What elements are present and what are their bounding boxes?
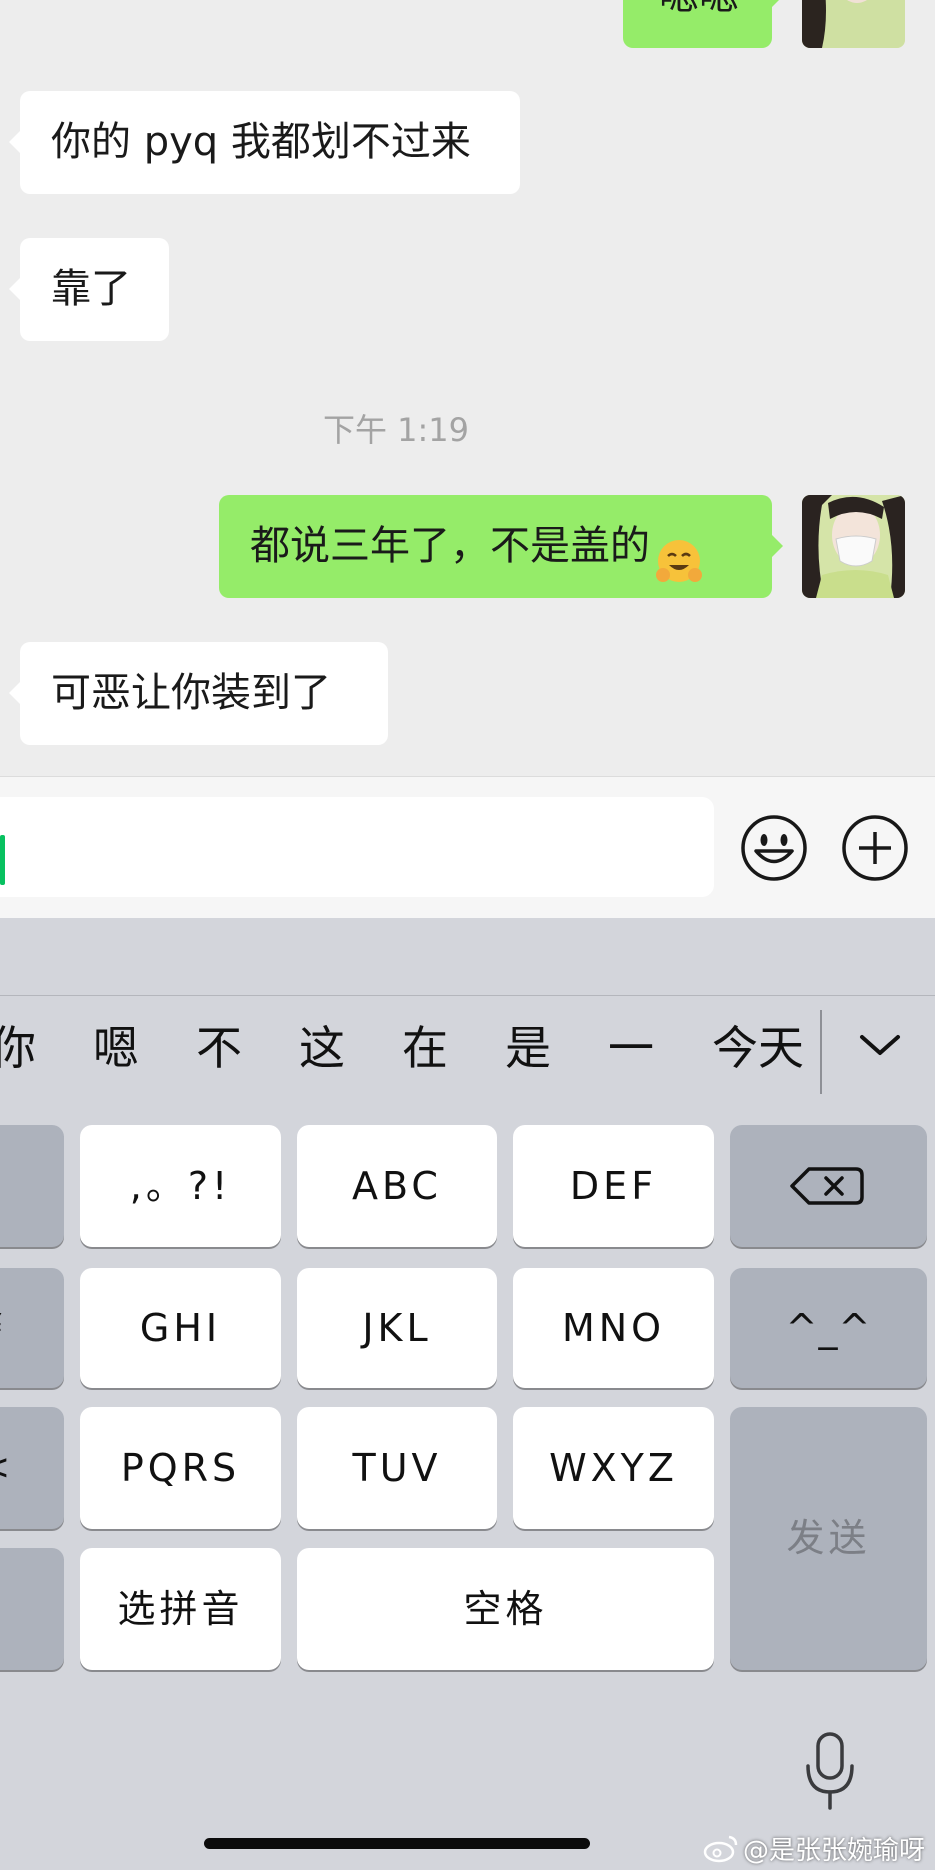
left-partial-key-currency[interactable]: ¥ — [0, 1268, 64, 1388]
candidate-bar: 你 嗯 不 这 在 是 一 今天 — [0, 996, 935, 1100]
key-label: < — [0, 1447, 10, 1488]
key-tuv[interactable]: TUV — [297, 1407, 497, 1529]
ime-keyboard: 你 嗯 不 这 在 是 一 今天 ¥ < ,。?! ABC DEF — [0, 918, 935, 1870]
watermark-text: @是张张婉瑜呀 — [742, 1836, 925, 1866]
emoji-face-icon — [741, 815, 807, 881]
send-key[interactable]: 发送 — [730, 1407, 927, 1670]
backspace-key[interactable] — [730, 1125, 927, 1247]
home-indicator[interactable] — [204, 1838, 590, 1849]
avatar-self[interactable] — [802, 495, 905, 598]
avatar-photo-icon — [802, 495, 905, 598]
message-text: 都说三年了，不是盖的 — [250, 523, 650, 569]
watermark: @是张张婉瑜呀 — [703, 1830, 925, 1870]
left-partial-key-symbol[interactable]: < — [0, 1407, 64, 1529]
candidate-word[interactable]: 今天 — [712, 996, 804, 1100]
key-ghi[interactable]: GHI — [80, 1268, 281, 1388]
candidate-word[interactable]: 不 — [196, 996, 242, 1100]
message-input-bar — [0, 776, 935, 919]
key-def[interactable]: DEF — [513, 1125, 714, 1247]
hugging-face-icon — [654, 523, 704, 582]
message-bubble-incoming[interactable]: 靠了 — [9, 238, 169, 341]
candidate-word[interactable]: 你 — [0, 996, 36, 1100]
keyboard-top-strip — [0, 918, 935, 996]
message-bubble-outgoing[interactable]: 都说三年了，不是盖的 — [219, 495, 783, 598]
microphone-icon — [806, 1732, 854, 1810]
left-partial-key[interactable] — [0, 1125, 64, 1247]
candidate-word[interactable]: 一 — [608, 996, 654, 1100]
key-pqrs[interactable]: PQRS — [80, 1407, 281, 1529]
candidate-word[interactable]: 是 — [505, 996, 551, 1100]
add-circle-icon — [842, 815, 908, 881]
select-pinyin-key[interactable]: 选拼音 — [80, 1548, 281, 1670]
more-functions-button[interactable] — [841, 814, 909, 882]
avatar-self-partial[interactable] — [802, 0, 905, 48]
key-punctuation[interactable]: ,。?! — [80, 1125, 281, 1247]
emoji-button[interactable] — [740, 814, 808, 882]
message-text: 靠了 — [51, 266, 131, 312]
message-text: 你的 pyq 我都划不过来 — [51, 119, 471, 165]
key-jkl[interactable]: JKL — [297, 1268, 497, 1388]
dictation-button[interactable] — [798, 1728, 862, 1818]
chat-area: 嗯嗯 你的 pyq 我都划不过来 靠了 下午 1:19 都说三年了，不是盖的 — [0, 0, 935, 776]
message-bubble-incoming[interactable]: 你的 pyq 我都划不过来 — [9, 91, 520, 194]
candidate-divider — [820, 1010, 822, 1094]
message-bubble-outgoing-partial[interactable]: 嗯嗯 — [623, 0, 783, 48]
weibo-logo-icon — [703, 1833, 739, 1870]
left-partial-key[interactable] — [0, 1548, 64, 1670]
message-input[interactable] — [0, 797, 714, 897]
key-kaomoji[interactable]: ^_^ — [730, 1268, 927, 1388]
key-mno[interactable]: MNO — [513, 1268, 714, 1388]
text-cursor — [0, 835, 5, 885]
message-timestamp: 下午 1:19 — [322, 411, 470, 449]
candidate-word[interactable]: 在 — [402, 996, 448, 1100]
key-wxyz[interactable]: WXYZ — [513, 1407, 714, 1529]
backspace-icon — [790, 1167, 864, 1205]
message-text: 可恶让你装到了 — [51, 670, 331, 716]
candidate-word[interactable]: 这 — [299, 996, 345, 1100]
chevron-down-icon — [860, 1035, 900, 1055]
expand-candidates-button[interactable] — [850, 1021, 910, 1071]
message-text: 嗯嗯 — [659, 0, 739, 19]
message-bubble-incoming[interactable]: 可恶让你装到了 — [9, 642, 388, 745]
avatar-photo-icon — [802, 0, 905, 48]
key-abc[interactable]: ABC — [297, 1125, 497, 1247]
candidate-word[interactable]: 嗯 — [93, 996, 139, 1100]
key-label: ¥ — [0, 1307, 3, 1348]
space-key[interactable]: 空格 — [297, 1548, 714, 1670]
